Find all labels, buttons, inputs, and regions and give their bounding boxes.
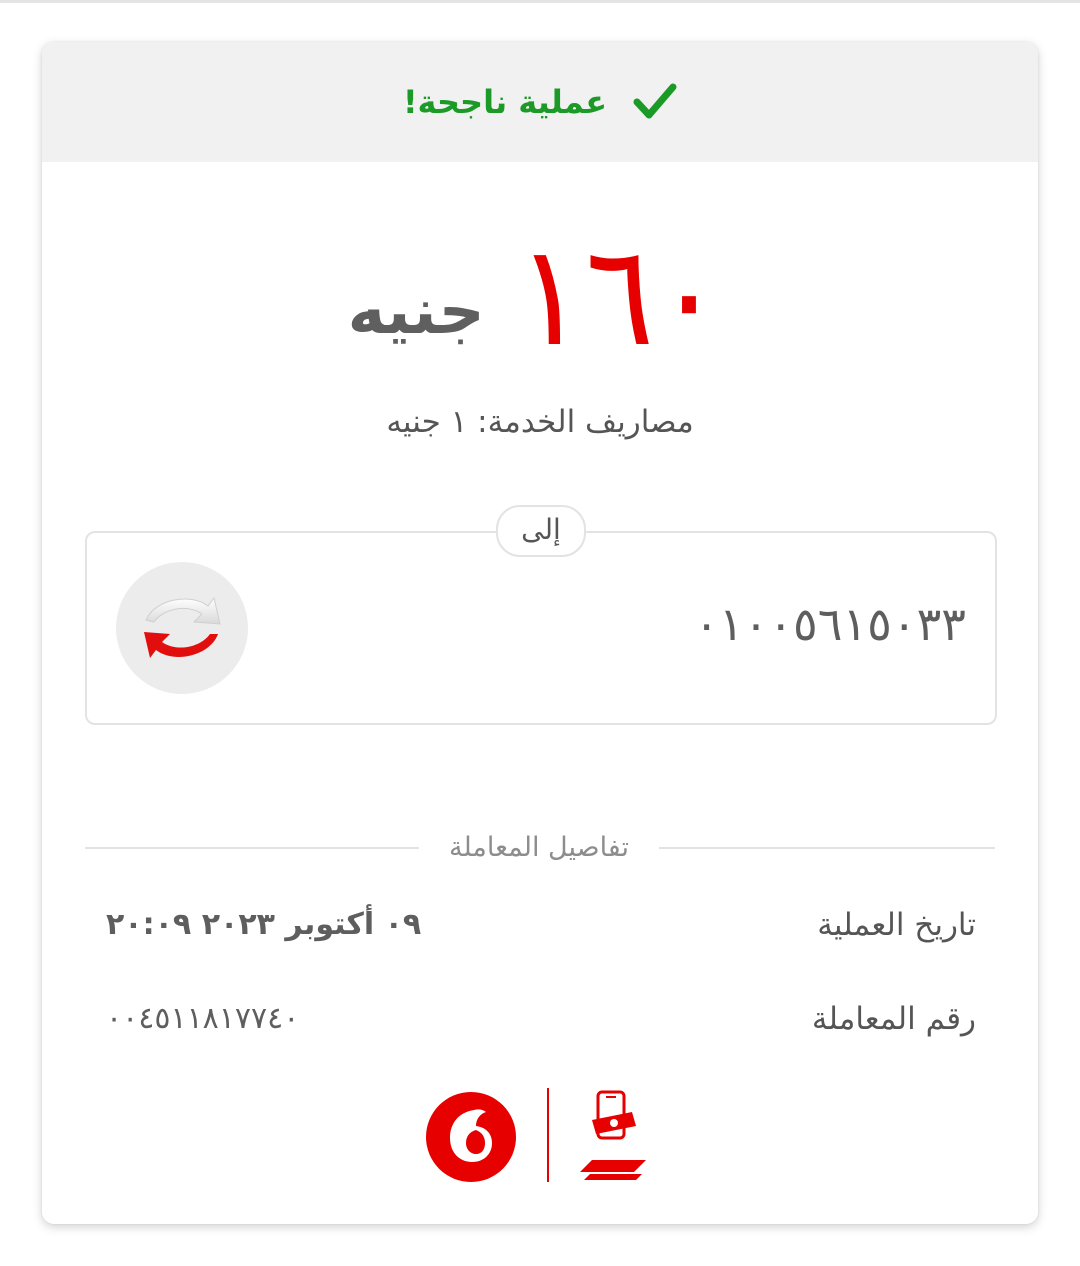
top-divider [0, 0, 1080, 3]
date-value: ٠٩ أكتوبر ٢٠٢٣ ٢٠:٠٩ [106, 907, 422, 942]
amount-display: ١٦٠ جنيه [42, 215, 1038, 378]
details-title: تفاصيل المعاملة [449, 832, 629, 863]
transaction-id-value: ٠٠٤٥١١٨١٧٧٤٠ [106, 1001, 300, 1036]
vodafone-cash-logo [572, 1090, 656, 1184]
status-text: عملية ناجحة! [402, 83, 608, 121]
vodafone-logo [424, 1090, 518, 1184]
amount-value: ١٦٠ [515, 215, 724, 378]
check-icon [633, 82, 677, 122]
divider-line [85, 847, 419, 849]
transfer-arrows-icon [116, 562, 248, 694]
divider-line [659, 847, 995, 849]
recipient-number: ٠١٠٠٥٦١٥٠٣٣ [694, 597, 966, 651]
recipient-label: إلى [496, 505, 586, 557]
amount-currency: جنيه [347, 275, 485, 349]
detail-row-transaction-id: رقم المعاملة ٠٠٤٥١١٨١٧٧٤٠ [106, 994, 976, 1044]
details-section-header: تفاصيل المعاملة [85, 828, 995, 868]
transaction-id-label: رقم المعاملة [811, 1001, 976, 1037]
detail-row-date: تاريخ العملية ٠٩ أكتوبر ٢٠٢٣ ٢٠:٠٩ [106, 900, 976, 950]
brand-divider [547, 1088, 549, 1182]
brand-footer [42, 1082, 1038, 1192]
service-fee-text: مصاريف الخدمة: ١ جنيه [386, 404, 694, 440]
status-banner: عملية ناجحة! [42, 42, 1038, 162]
transaction-receipt-card: عملية ناجحة! ١٦٠ جنيه مصاريف الخدمة: ١ ج… [42, 42, 1038, 1224]
date-label: تاريخ العملية [817, 907, 976, 943]
